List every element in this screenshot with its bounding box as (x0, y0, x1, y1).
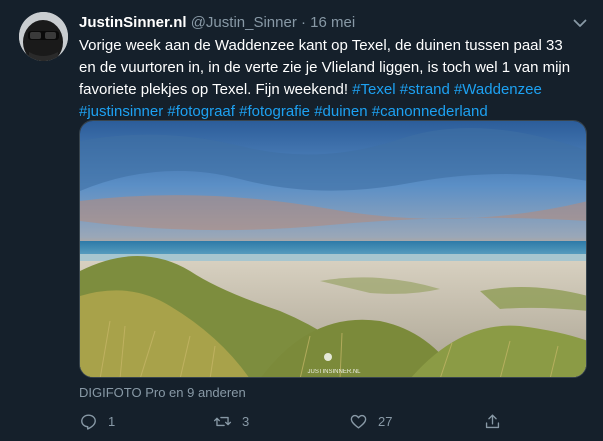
share-icon (485, 414, 500, 429)
chevron-down-icon[interactable] (571, 14, 589, 32)
display-name[interactable]: JustinSinner.nl (79, 14, 187, 31)
retweet-button[interactable]: 3 (213, 412, 249, 431)
share-button[interactable] (483, 412, 502, 431)
user-handle[interactable]: @Justin_Sinner (191, 14, 297, 31)
hashtag-link[interactable]: #fotografie (239, 103, 310, 120)
tweet-actions: 1 3 27 (0, 408, 603, 438)
like-count: 27 (378, 414, 393, 429)
liked-by[interactable]: DIGIFOTO Pro en 9 anderen (79, 385, 246, 401)
hashtag-link[interactable]: #Texel (352, 81, 395, 98)
tweet-date[interactable]: 16 mei (310, 14, 355, 31)
tweet-photo[interactable]: JUSTINSINNER.NL (79, 120, 587, 378)
hashtag-link[interactable]: #justinsinner (79, 103, 163, 120)
hashtag-link[interactable]: #Waddenzee (454, 81, 542, 98)
reply-icon (81, 414, 96, 430)
hashtag-link[interactable]: #duinen (314, 103, 367, 120)
hashtag-link[interactable]: #strand (400, 81, 450, 98)
hashtag-link[interactable]: #canonnederland (372, 103, 488, 120)
reply-count: 1 (108, 414, 116, 429)
retweet-count: 3 (242, 414, 250, 429)
tweet-text-line: Vorige week aan de Waddenzee kant op Tex… (79, 35, 579, 57)
photo-watermark: JUSTINSINNER.NL (307, 369, 361, 375)
tweet-text: Vorige week aan de Waddenzee kant op Tex… (79, 35, 579, 123)
separator: · (301, 14, 306, 31)
like-button[interactable]: 27 (349, 412, 392, 431)
tweet-text-segment: Vorige week aan de Waddenzee kant op Tex… (79, 37, 563, 54)
tweet-text-segment: en de vuurtoren in, in de verte zie je V… (79, 59, 571, 76)
reply-button[interactable]: 1 (79, 412, 115, 431)
tweet-text-segment: favoriete plekjes op Texel. Fijn weekend… (79, 81, 353, 98)
heart-icon (350, 414, 367, 429)
tweet-text-line: favoriete plekjes op Texel. Fijn weekend… (79, 79, 579, 101)
tweet-header: JustinSinner.nl @Justin_Sinner · 16 mei (79, 13, 355, 33)
tweet-text-line: en de vuurtoren in, in de verte zie je V… (79, 57, 579, 79)
avatar[interactable] (19, 12, 68, 61)
hashtag-link[interactable]: #fotograaf (167, 103, 235, 120)
retweet-icon (213, 416, 232, 427)
